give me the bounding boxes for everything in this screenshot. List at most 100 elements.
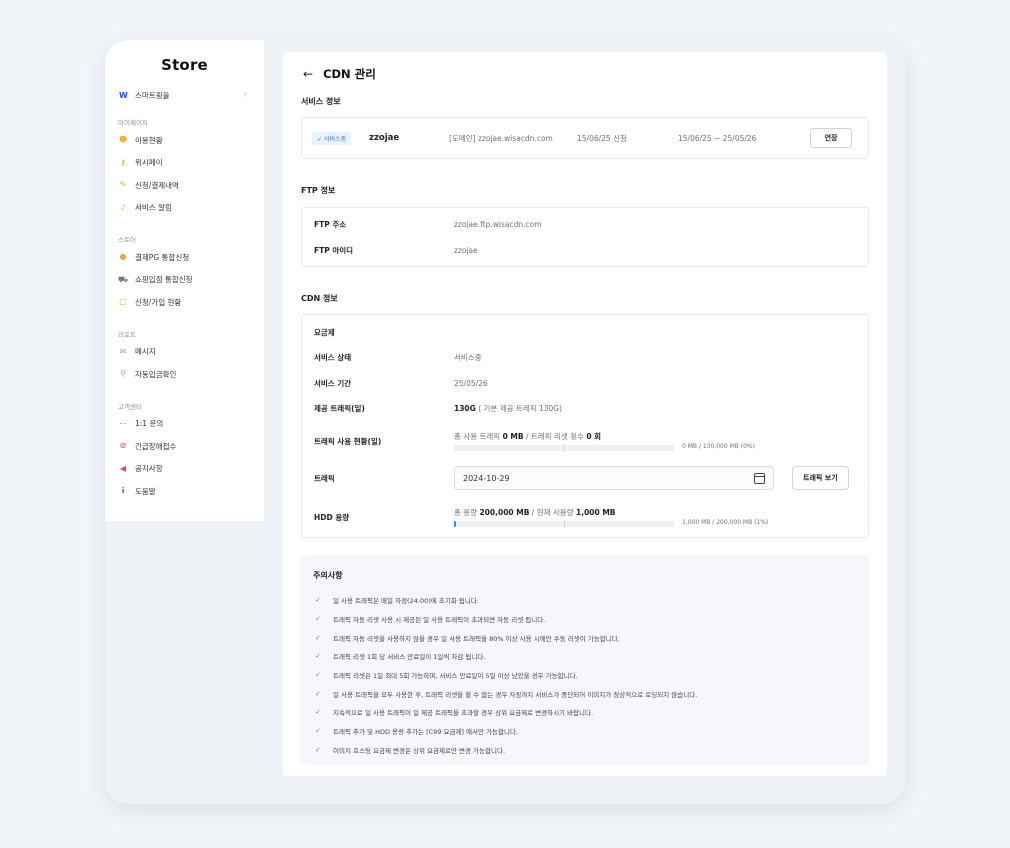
brand-logo[interactable]: Store: [105, 56, 264, 74]
service-period: 15/06/25 ~ 25/05/26: [678, 133, 757, 143]
sidebar-item[interactable]: ☻ 이용현황: [105, 129, 264, 152]
notice-item: ✓ 일 사용 트래픽을 모두 사용한 후, 트래픽 리셋을 할 수 없는 경우 자…: [315, 684, 697, 703]
service-domain: [도메인] zzojae.wisacdn.com: [449, 133, 553, 143]
notice-item-text: 이미지 호스팅 요금제 변경은 상위 요금제로만 변경 가능합니다.: [333, 746, 506, 755]
hdd-label: HDD 용량: [314, 512, 350, 522]
traffic-usage-label: 트래픽 사용 현황(일): [314, 436, 382, 446]
info-icon: ℹ: [121, 486, 125, 496]
check-icon: ✓: [315, 615, 321, 624]
key-icon: ⚷: [120, 157, 126, 167]
extend-button[interactable]: 연장: [810, 128, 853, 148]
sidebar-item[interactable]: ● 결제PG 통합신청: [105, 246, 264, 269]
traffic-label: 트래픽: [314, 473, 335, 483]
traffic-usage-meter: 0 MB / 130,000 MB (0%): [454, 443, 755, 452]
usage-prefix: 총 사용 트래픽: [454, 432, 503, 441]
usage-resets-value: 0 회: [586, 432, 602, 441]
check-icon: ✓: [315, 671, 321, 680]
view-traffic-button[interactable]: 트래픽 보기: [792, 466, 849, 490]
usage-used-value: 0 MB: [502, 432, 524, 441]
period-row: 서비스 기간 25/05/26: [302, 376, 488, 390]
sidebar-item[interactable]: ⚷ 위시페이: [105, 152, 264, 175]
sidebar-item[interactable]: ◀ 공지사항: [105, 458, 264, 481]
back-arrow-icon[interactable]: ←: [303, 67, 313, 81]
sidebar-item[interactable]: ✉ 메시지: [105, 341, 264, 364]
smart-wing-link[interactable]: W 스마트윙올 ↗: [119, 88, 250, 102]
smart-wing-label: 스마트윙올: [135, 90, 170, 100]
service-id: zzojae: [369, 133, 400, 143]
notice-item-text: 트래픽 리셋 1회 당 서비스 만료일이 1일씩 차감 됩니다.: [333, 653, 486, 662]
sidebar-item-label: 결제PG 통합신청: [135, 252, 190, 262]
sidebar: Store W 스마트윙올 ↗ 마이페이지 ☻ 이용현황 ⚷ 위시페이 ✎ 신청/결제내역 ♪…: [105, 40, 264, 521]
hdd-meter-text: 1,000 MB / 200,000 MB (1%): [682, 519, 769, 526]
notice-item: ✓ 이미지 호스팅 요금제 변경은 상위 요금제로만 변경 가능합니다.: [315, 741, 697, 760]
notice-item: ✓ 트래픽 자동 리셋 사용 시 제공된 일 사용 트래픽이 초과되면 자동 리셋…: [315, 610, 697, 629]
sidebar-item[interactable]: ⋯ 1:1 문의: [105, 413, 264, 436]
ftp-id-row: FTP 아이디 zzojae: [302, 238, 868, 262]
check-icon: ✓: [315, 652, 321, 661]
sidebar-item-label: 긴급장애접수: [135, 441, 177, 451]
ftp-id-label: FTP 아이디: [314, 245, 354, 255]
check-icon: ✓: [315, 745, 321, 754]
sidebar-item[interactable]: ♪ 서비스 알림: [105, 197, 264, 220]
ftp-section-title: FTP 정보: [301, 186, 336, 195]
daily-traffic-label: 제공 트래픽(일): [314, 403, 365, 413]
sidebar-item[interactable]: ⛟ 쇼핑입점 통합신청: [105, 269, 264, 292]
hdd-info: 총 용량 200,000 MB / 현재 사용량 1,000 MB 1,000 …: [454, 507, 768, 528]
mail-icon: ✉: [119, 346, 127, 356]
service-row: ✓ 서비스중 zzojae [도메인] zzojae.wisacdn.com 1…: [302, 118, 868, 158]
magnifier-icon: ⚲: [120, 369, 126, 379]
sidebar-item[interactable]: ⊘ 긴급장애접수: [105, 435, 264, 458]
calendar-icon[interactable]: [754, 472, 765, 484]
notice-item-text: 일 사용 트래픽은 매일 자정(24:00)에 초기화 됩니다.: [333, 597, 479, 606]
cart-icon: ⛟: [117, 274, 129, 284]
check-icon: ✓: [315, 633, 321, 642]
sidebar-item-label: 위시페이: [135, 158, 163, 168]
traffic-usage-row: 트래픽 사용 현황(일) 총 사용 트래픽 0 MB / 트래픽 리셋 횟수 0…: [302, 427, 755, 455]
notice-title: 주의사항: [313, 571, 343, 580]
sidebar-item[interactable]: ✎ 신청/결제내역: [105, 174, 264, 197]
cdn-card: 요금제 서비스 상태 서비스중 서비스 기간 25/05/26 제공 트래픽(일…: [301, 314, 869, 538]
daily-traffic-note: ( 기본 제공 트래픽 130G): [478, 403, 563, 413]
ftp-address-label: FTP 주소: [314, 219, 347, 229]
sidebar-item-label: 자동입금확인: [135, 369, 177, 379]
plan-label: 요금제: [314, 327, 335, 337]
sidebar-item[interactable]: ℹ 도움말: [105, 480, 264, 503]
traffic-usage-info: 총 사용 트래픽 0 MB / 트래픽 리셋 횟수 0 회 0 MB / 130…: [454, 431, 755, 452]
notice-item-text: 일 사용 트래픽을 모두 사용한 후, 트래픽 리셋을 할 수 없는 경우 자정…: [333, 690, 698, 699]
notice-panel: 주의사항 ✓ 일 사용 트래픽은 매일 자정(24:00)에 초기화 됩니다. ✓ 트…: [301, 555, 869, 765]
sidebar-item-label: 1:1 문의: [135, 419, 164, 429]
meter-tick: [564, 520, 565, 528]
sidebar-section-title: 리포트: [118, 330, 136, 339]
notice-item-text: 트래픽 자동 리셋을 사용하지 않을 경우 일 사용 트래픽을 80% 이상 사…: [333, 634, 620, 643]
traffic-date-value: 2024-10-29: [463, 473, 510, 483]
megaphone-icon: ◀: [119, 463, 127, 473]
moneybag-icon: ●: [119, 252, 127, 262]
hdd-meter: 1,000 MB / 200,000 MB (1%): [454, 519, 768, 528]
sidebar-section-title: 스토어: [118, 236, 136, 244]
daily-traffic-value: 130G: [454, 403, 476, 413]
notice-item-text: 지속적으로 일 사용 트래픽이 일 제공 트래픽을 초과할 경우 상위 요금제로…: [333, 709, 594, 718]
smile-icon: ☻: [118, 135, 128, 145]
check-icon: ✓: [315, 727, 321, 736]
status-row: 서비스 상태 서비스중: [302, 350, 482, 364]
ftp-address-row: FTP 주소 zzojae.ftp.wisacdn.com: [302, 208, 868, 238]
period-label: 서비스 기간: [314, 378, 352, 388]
sidebar-item-label: 신청/결제내역: [135, 180, 179, 190]
usage-mid: / 트래픽 리셋 횟수: [523, 432, 587, 441]
sidebar-item-label: 도움말: [135, 486, 156, 496]
check-icon: ✓: [315, 708, 321, 717]
sidebar-item[interactable]: ⚲ 자동입금확인: [105, 363, 264, 386]
sidebar-item-label: 서비스 알림: [135, 203, 172, 213]
page-header: ← CDN 관리: [303, 66, 376, 82]
period-value: 25/05/26: [454, 378, 488, 388]
service-section-title: 서비스 정보: [301, 97, 341, 106]
sidebar-item[interactable]: ▢ 신청/가입 현황: [105, 291, 264, 314]
traffic-date-input[interactable]: 2024-10-29: [454, 466, 774, 490]
notice-item: ✓ 트래픽 추가 및 HDD 용량 추가는 [C99 요금제] 에서만 가능합니다…: [315, 722, 697, 741]
status-label: 서비스 상태: [314, 352, 352, 362]
app-window: Store W 스마트윙올 ↗ 마이페이지 ☻ 이용현황 ⚷ 위시페이 ✎ 신청/결제내역 ♪…: [105, 40, 905, 804]
sidebar-section-title: 고객센터: [118, 402, 142, 411]
external-link-icon[interactable]: ↗: [242, 91, 250, 99]
main-panel: ← CDN 관리 서비스 정보 ✓ 서비스중 zzojae [도메인] zzoj…: [283, 52, 887, 776]
ftp-address-value: zzojae.ftp.wisacdn.com: [454, 219, 542, 229]
